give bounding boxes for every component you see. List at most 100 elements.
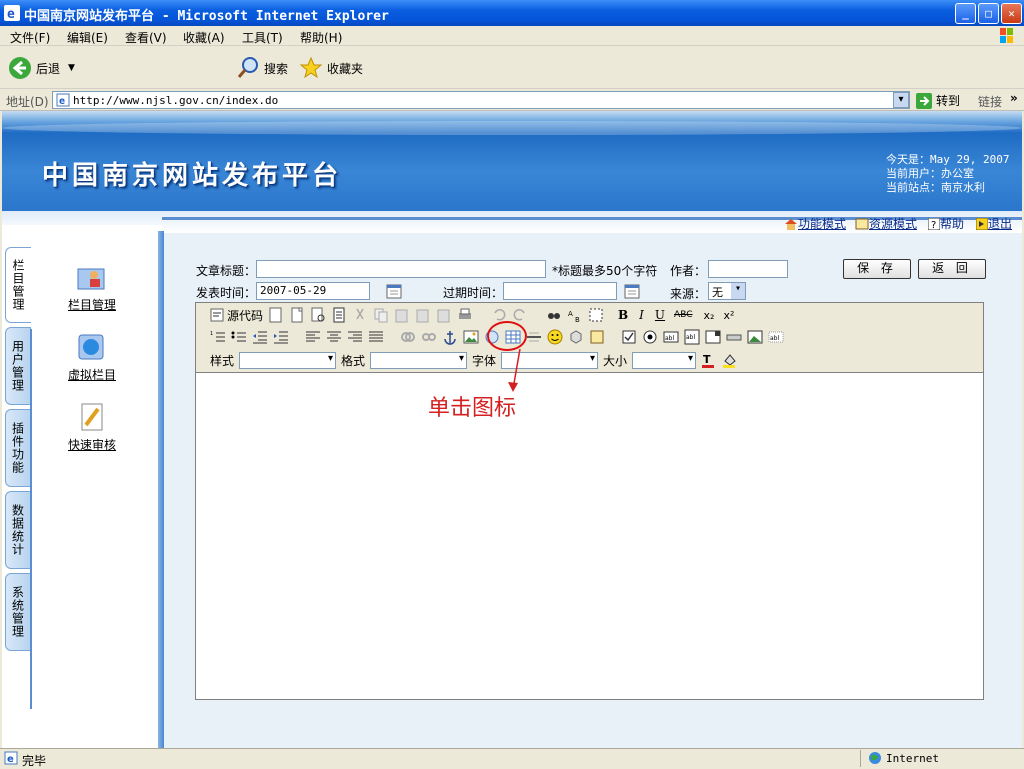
image-button-icon[interactable] <box>747 329 763 345</box>
sidebar-tab-column-management[interactable]: 栏目管理 <box>5 247 31 323</box>
textarea-icon[interactable]: abl <box>684 329 700 345</box>
minimize-button[interactable]: _ <box>955 3 976 24</box>
publish-time-input[interactable]: 2007-05-29 <box>256 282 370 300</box>
address-dropdown-button[interactable]: ▾ <box>893 92 909 108</box>
format-select[interactable] <box>370 351 468 369</box>
unlink-icon[interactable] <box>421 329 437 345</box>
ie-icon: e <box>4 5 20 21</box>
new-page-icon[interactable] <box>289 307 305 323</box>
cut-icon[interactable] <box>352 307 368 323</box>
radio-icon[interactable] <box>642 329 658 345</box>
sidebar-item-quick-review[interactable]: 快速审核 <box>62 401 122 453</box>
checkbox-icon[interactable] <box>621 329 637 345</box>
favorites-star-icon <box>299 56 323 79</box>
align-right-icon[interactable] <box>347 329 363 345</box>
calendar-icon[interactable] <box>624 283 640 299</box>
editor-content-area[interactable] <box>196 373 983 699</box>
background-color-icon[interactable] <box>722 352 738 368</box>
sidebar-tab-system[interactable]: 系统管理 <box>5 573 31 651</box>
print-preview-icon[interactable] <box>310 307 326 323</box>
outdent-icon[interactable] <box>252 329 268 345</box>
nav-logout[interactable]: 退出 <box>976 215 1012 232</box>
nav-help[interactable]: ? 帮助 <box>928 215 964 232</box>
back-form-button[interactable]: 返 回 <box>918 259 986 279</box>
text-field-icon[interactable]: abl <box>663 329 679 345</box>
button-field-icon[interactable] <box>726 329 742 345</box>
review-pencil-icon <box>81 403 103 431</box>
save-button[interactable]: 保 存 <box>843 259 911 279</box>
template-icon[interactable] <box>331 307 347 323</box>
links-label[interactable]: 链接 <box>978 93 1002 110</box>
indent-icon[interactable] <box>273 329 289 345</box>
sidebar-tab-statistics[interactable]: 数据统计 <box>5 491 31 569</box>
strikethrough-icon[interactable]: ABC <box>674 310 692 320</box>
anchor-icon[interactable] <box>442 329 458 345</box>
ordered-list-icon[interactable]: 1 <box>210 329 226 345</box>
source-code-icon <box>210 308 224 322</box>
smiley-icon[interactable] <box>547 329 563 345</box>
style-select[interactable] <box>239 351 337 369</box>
paste-text-icon[interactable] <box>415 307 431 323</box>
text-color-icon[interactable]: T <box>701 352 717 368</box>
italic-icon[interactable]: I <box>639 308 644 322</box>
horizontal-rule-icon[interactable] <box>526 329 542 345</box>
menu-edit[interactable]: 编辑(E) <box>67 29 108 46</box>
address-bar: 地址(D) e http://www.njsl.gov.cn/index.do … <box>0 89 1024 111</box>
favorites-button[interactable]: 收藏夹 <box>299 56 363 80</box>
subscript-icon[interactable]: x₂ <box>704 309 715 322</box>
select-all-icon[interactable] <box>588 307 604 323</box>
justify-icon[interactable] <box>368 329 384 345</box>
search-button[interactable]: 搜索 <box>236 56 288 80</box>
sidebar-tab-plugins[interactable]: 插件功能 <box>5 409 31 487</box>
back-button[interactable]: 后退 ▼ <box>8 56 75 80</box>
status-text: 完毕 <box>22 754 47 768</box>
paste-icon[interactable] <box>394 307 410 323</box>
menu-file[interactable]: 文件(F) <box>10 29 50 46</box>
align-left-icon[interactable] <box>305 329 321 345</box>
link-icon[interactable] <box>400 329 416 345</box>
superscript-icon[interactable]: x² <box>723 309 734 322</box>
insert-image-icon[interactable] <box>463 329 479 345</box>
unordered-list-icon[interactable] <box>231 329 247 345</box>
redo-icon[interactable] <box>512 307 528 323</box>
sidebar-item-column-management[interactable]: 栏目管理 <box>62 261 122 313</box>
menu-view[interactable]: 查看(V) <box>125 29 167 46</box>
menu-help[interactable]: 帮助(H) <box>300 29 342 46</box>
hidden-field-icon[interactable]: abl <box>768 329 784 345</box>
align-center-icon[interactable] <box>326 329 342 345</box>
select-field-icon[interactable] <box>705 329 721 345</box>
page-break-icon[interactable] <box>589 329 605 345</box>
maximize-button[interactable]: □ <box>978 3 999 24</box>
expire-time-input[interactable] <box>503 282 617 300</box>
go-button[interactable]: 转到 <box>916 92 960 109</box>
back-label: 后退 <box>36 61 61 76</box>
bold-icon[interactable]: B <box>618 308 628 322</box>
source-select[interactable]: 无 ▾ <box>708 282 746 300</box>
nav-function-mode[interactable]: 功能模式 <box>784 215 846 232</box>
author-input[interactable] <box>708 260 788 278</box>
close-button[interactable]: ✕ <box>1001 3 1022 24</box>
paste-word-icon[interactable] <box>436 307 452 323</box>
address-input[interactable]: e http://www.njsl.gov.cn/index.do <box>52 91 910 109</box>
back-dropdown-icon[interactable]: ▼ <box>68 63 75 73</box>
menu-favorites[interactable]: 收藏(A) <box>183 29 225 46</box>
preview-icon[interactable] <box>268 307 284 323</box>
window-title-bar[interactable]: e 中国南京网站发布平台 - Microsoft Internet Explor… <box>0 0 1024 26</box>
links-expand-icon[interactable]: » <box>1010 91 1018 105</box>
sidebar-item-virtual-column[interactable]: 虚拟栏目 <box>62 331 122 383</box>
source-code-button[interactable]: 源代码 <box>210 307 263 324</box>
menu-tools[interactable]: 工具(T) <box>242 29 283 46</box>
underline-icon[interactable]: U <box>655 308 665 322</box>
sidebar-tab-user-management[interactable]: 用户管理 <box>5 327 31 405</box>
title-input[interactable] <box>256 260 546 278</box>
special-char-icon[interactable] <box>568 329 584 345</box>
nav-resource-mode[interactable]: 资源模式 <box>855 215 917 232</box>
annotation-text: 单击图标 <box>428 396 517 421</box>
size-select[interactable] <box>632 351 697 369</box>
virtual-folder-icon <box>78 334 104 360</box>
calendar-icon[interactable] <box>386 283 402 299</box>
find-icon[interactable] <box>546 307 562 323</box>
print-icon[interactable] <box>457 307 473 323</box>
copy-icon[interactable] <box>373 307 389 323</box>
replace-icon[interactable]: AB <box>567 307 583 323</box>
